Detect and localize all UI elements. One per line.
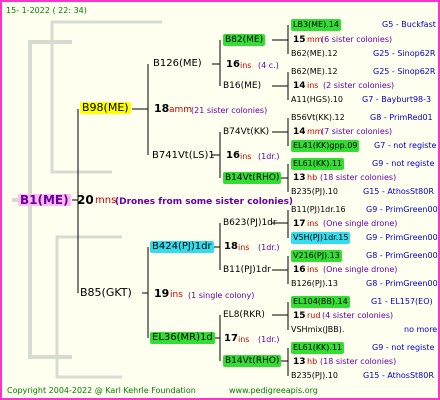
gen4-5-sire[interactable]: V5H(PJ)1dr.15 [291,232,351,244]
grandparent-2-note: (1dr.) [258,152,280,161]
great-grandparent-8[interactable]: B14Vt(RHO) [223,355,282,367]
gen4-3-dam[interactable]: B56Vt(KK).12 [291,112,345,124]
footer-site[interactable]: www.pedigreeapis.org [229,385,318,397]
gen4-1-dam-info: G5 - Buckfast [382,20,436,29]
gen4-6-sire[interactable]: B126(PJ).13 [291,278,338,290]
gen4-8-note: (18 sister colonies) [320,357,397,366]
gen4-1-note: (6 sister colonies) [321,35,393,44]
great-grandparent-7[interactable]: EL8(RKR) [223,309,265,321]
bg-branch-5 [55,235,122,292]
gen4-2-dam[interactable]: B62(ME).12 [291,66,338,78]
gen4-1-dam[interactable]: LB3(ME).14 [291,19,341,31]
grandparent-4-unit: ins [238,335,250,344]
grandparent-3-unit: ins [238,243,250,252]
gen4-2-sire[interactable]: A11(HGS).10 [291,94,343,106]
bg-branch-2 [28,200,72,359]
parent-dam-note: (21 sister colonies) [191,106,268,115]
gen4-2-count: 14 [293,81,306,91]
gen4-4-count: 13 [293,173,306,183]
grandparent-1-unit: ins [240,61,252,70]
root-note: (Drones from some sister colonies) [115,197,294,207]
grandparent-3-name[interactable]: B424(PJ)1dr [150,241,214,253]
gen4-4-note: (18 sister colonies) [320,173,397,182]
grandparent-1-name[interactable]: B126(ME) [153,58,202,70]
parent-dam-count: 18 [154,102,170,115]
gen4-3-note: (7 sister colonies) [321,127,393,136]
grandparent-4-name[interactable]: EL36(MR)1d [150,332,215,344]
gen4-8-sire-info: G15 - AthosSt80R [363,371,434,380]
root-unit: mns [95,195,117,206]
gen4-6-count: 16 [293,265,306,275]
great-grandparent-5[interactable]: B623(PJ)1dr [223,217,277,229]
gen4-7-dam[interactable]: EL104(BB).14 [291,296,350,308]
grandparent-3-note: (1dr.) [258,243,280,252]
gen4-3-dam-info: G8 - PrimRed01 [370,113,433,122]
gen4-7-sire-info: no more [404,325,438,334]
grandparent-2-name[interactable]: B741Vt(LS)1 [152,150,215,162]
great-grandparent-2[interactable]: B16(ME) [223,80,261,92]
gen4-2-note: (2 sister colonies) [323,81,395,90]
gen4-4-sire[interactable]: B235(PJ).10 [291,186,338,198]
bg-branch-1 [12,40,72,202]
gen4-1-count: 15 [293,35,306,45]
bg-branch-6 [55,292,122,379]
gen4-8-unit: hb [307,357,318,366]
gen4-2-sire-info: G7 - Bayburt98-3 [362,95,432,104]
grandparent-2-count: 16 [226,150,240,161]
grandparent-4-note: (1dr.) [258,335,280,344]
grandparent-1-note: (4 c.) [258,61,279,70]
gen4-5-sire-info: G9 - PrimGreen00 [366,233,438,242]
gen4-6-dam-info: G8 - PrimGreen00 [366,251,438,260]
gen4-8-dam-info: G9 - not registe [372,343,435,352]
date-stamp: 15- 1-2022 ( 22: 34) [6,6,87,15]
parent-dam-unit: amm [169,105,193,115]
gen4-5-dam-info: G9 - PrimGreen00 [366,205,438,214]
grandparent-4-count: 17 [224,333,238,344]
pedigree-panel: 15- 1-2022 ( 22: 34) B1(ME) 20 mns (Dron… [0,0,440,400]
gen4-8-dam[interactable]: EL61(KK).11 [291,342,345,354]
gen4-5-count: 17 [293,219,306,229]
root-count: 20 [77,193,94,207]
gen4-7-note: (4 sister colonies) [322,311,394,320]
great-grandparent-3[interactable]: B74Vt(KK) [223,126,269,138]
gen4-8-sire[interactable]: B235(PJ).10 [291,370,338,382]
gen4-6-unit: ins [307,265,319,274]
great-grandparent-6[interactable]: B11(PJ)1dr [223,264,271,276]
gen4-5-dam[interactable]: B11(PJ)1dr.16 [291,204,346,216]
gen4-3-sire[interactable]: EL41(KK)gpp.09 [291,140,360,152]
gen4-4-dam-info: G9 - not registe [372,159,435,168]
gen4-6-note: (One single drone) [323,265,398,274]
footer-copyright: Copyright 2004-2022 @ Karl Kehrle Founda… [7,386,196,395]
grandparent-1-count: 16 [226,59,240,70]
gen4-7-unit: rud [307,311,321,320]
gen4-6-sire-info: G8 - PrimGreen00 [366,279,438,288]
gen4-4-unit: hb [307,173,318,182]
grandparent-3-count: 18 [224,241,238,252]
parent-sire-note: (1 single colony) [188,291,255,300]
gen4-1-sire-info: G25 - Sinop62R [373,49,436,58]
great-grandparent-4[interactable]: B14Vt(RHO) [223,172,282,184]
great-grandparent-1[interactable]: B82(ME) [223,34,266,46]
gen4-5-note: (One single drone) [323,219,398,228]
gen4-4-dam[interactable]: EL61(KK).11 [291,158,345,170]
gen4-2-unit: ins [307,81,319,90]
gen4-7-sire[interactable]: VSHmix(JBB). [291,324,344,336]
gen4-8-count: 13 [293,357,306,367]
root-name[interactable]: B1(ME) [18,194,71,206]
gen4-3-count: 14 [293,127,306,137]
gen4-5-unit: ins [307,219,319,228]
gen4-7-dam-info: G1 - EL157(EO) [371,297,433,306]
parent-dam-name[interactable]: B98(ME) [80,102,131,114]
parent-sire-count: 19 [154,287,170,300]
gen4-6-dam[interactable]: V216(PJ).13 [291,250,342,262]
gen4-4-sire-info: G15 - AthosSt80R [363,187,434,196]
bg-branch-4 [50,114,112,174]
grandparent-2-unit: ins [240,152,252,161]
parent-sire-unit: ins [170,290,183,300]
gen4-1-sire[interactable]: B62(ME).12 [291,48,338,60]
gen4-7-count: 15 [293,311,306,321]
parent-sire-name[interactable]: B85(GKT) [80,287,132,299]
gen4-2-dam-info: G25 - Sinop62R [373,67,436,76]
gen4-3-sire-info: G7 - not registe [374,141,437,150]
